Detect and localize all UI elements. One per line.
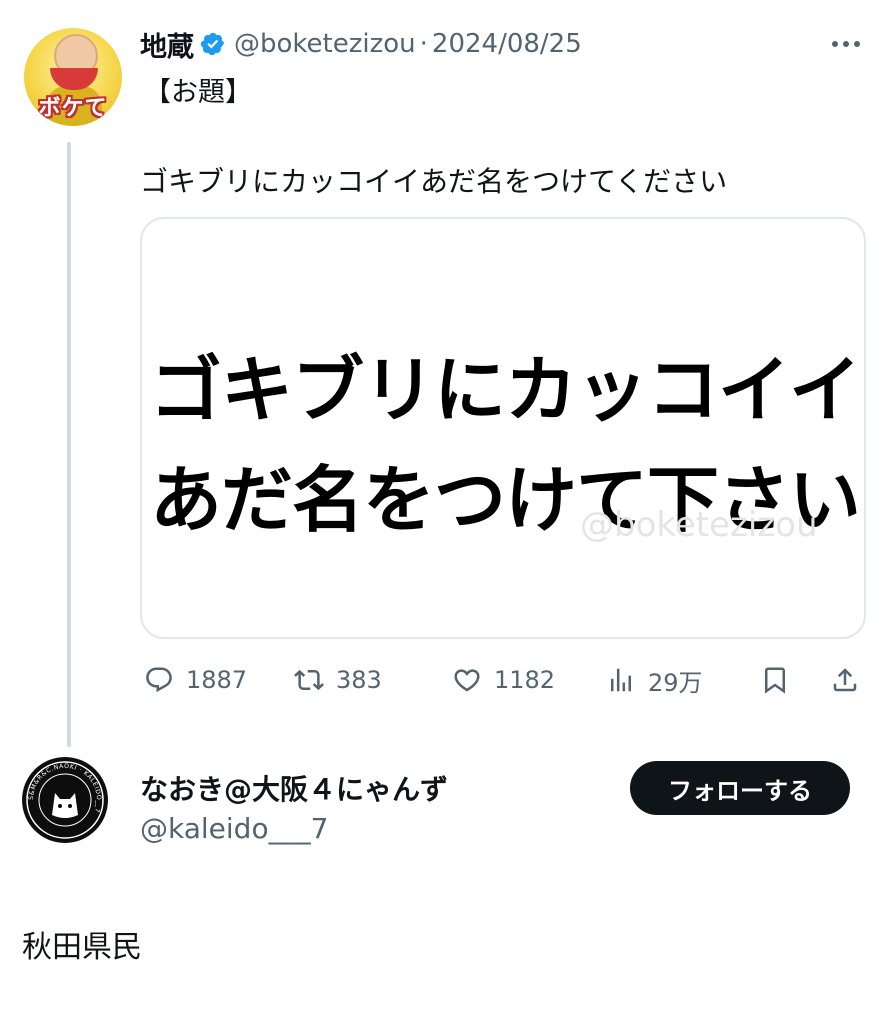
author-name[interactable]: 地蔵 (140, 25, 194, 64)
tweet-header: 地蔵 @boketezizou · 2024/08/25 (140, 25, 582, 64)
retweet-count: 383 (336, 666, 382, 694)
tweet-text-line1: 【お題】 (144, 77, 252, 108)
tweet-media-image[interactable]: ゴキブリにカッコイイ あだ名をつけて下さい @boketezizou (140, 217, 866, 639)
like-button[interactable]: 1182 (452, 660, 555, 700)
media-watermark: @boketezizou (580, 505, 818, 545)
like-count: 1182 (494, 666, 556, 694)
cat-logo-icon: S&M&R&C.NAOKI · KALEIDO__7 (23, 758, 107, 842)
date-separator: · (419, 29, 428, 59)
reply-text: 秋田県民 (22, 930, 142, 965)
media-text-line1: ゴキブリにカッコイイ (149, 348, 861, 432)
reply-author-avatar[interactable]: S&M&R&C.NAOKI · KALEIDO__7 (22, 757, 108, 843)
reply-author-name[interactable]: なおき@大阪４にゃんず (140, 768, 448, 808)
view-count: 29万 (648, 668, 703, 697)
reply-author-handle[interactable]: @kaleido___7 (140, 812, 328, 845)
reply-button[interactable]: 1887 (144, 660, 247, 700)
bookmark-button[interactable] (760, 660, 802, 700)
retweet-button[interactable]: 383 (294, 660, 382, 700)
tweet-date[interactable]: 2024/08/25 (432, 29, 582, 59)
views-icon (611, 668, 631, 692)
avatar-logo-text: ボケて (38, 96, 108, 121)
bookmark-icon (765, 667, 785, 694)
author-avatar[interactable]: ボケて (24, 28, 122, 126)
reply-count: 1887 (186, 666, 248, 694)
thread-connector-line (67, 142, 71, 747)
author-handle[interactable]: @boketezizou (234, 29, 416, 59)
share-icon (833, 668, 857, 692)
tweet-action-bar: 1887 383 1182 29万 (140, 660, 870, 700)
heart-icon (454, 669, 480, 692)
follow-button[interactable]: フォローする (630, 761, 850, 815)
more-options-icon[interactable] (832, 34, 866, 54)
views-button[interactable]: 29万 (606, 660, 703, 700)
share-button[interactable] (830, 660, 872, 700)
reply-icon (146, 667, 172, 693)
retweet-icon (294, 669, 324, 691)
tweet-text-line2: ゴキブリにカッコイイあだ名をつけてください (140, 165, 728, 198)
verified-badge-icon (200, 32, 225, 56)
